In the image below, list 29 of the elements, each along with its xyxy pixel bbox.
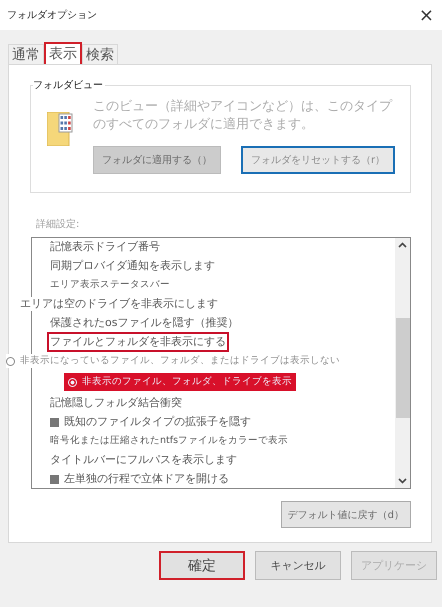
setting-label: 記憶隠しフォルダ結合衝突	[50, 396, 182, 410]
setting-radio[interactable]: 非表示のファイル、フォルダ、ドライブを表示	[64, 373, 296, 391]
setting-label: 保護されたosファイルを隠す（推奨）	[50, 316, 238, 330]
advanced-settings-label: 詳細設定:	[36, 218, 80, 231]
setting-label: 記憶表示ドライブ番号	[50, 240, 160, 254]
setting-label: 暗号化または圧縮されたntfsファイルをカラーで表示	[50, 434, 288, 448]
window-title: フォルダオプション	[7, 8, 97, 22]
scroll-thumb[interactable]	[396, 318, 410, 418]
scroll-up-icon[interactable]	[398, 242, 407, 248]
setting-radio[interactable]: 非表示になっているファイル、フォルダ、またはドライブは表示しない	[6, 354, 342, 368]
setting-checkbox[interactable]: 左単独の行程で立体ドアを開ける	[50, 472, 229, 486]
setting-checkbox[interactable]: 既知のファイルタイプの拡張子を隠す	[50, 415, 251, 429]
tab[interactable]: 表示	[44, 42, 82, 64]
setting-label: 同期プロバイダ通知を表示します	[50, 259, 215, 273]
dialog-button[interactable]: 確定	[159, 551, 245, 580]
tab[interactable]: 通常	[8, 44, 44, 64]
setting-label: タイトルバーにフルパスを表示します	[50, 453, 237, 467]
close-button[interactable]: ×	[418, 4, 434, 26]
restore-defaults-button[interactable]: デフォルト値に戻す（d）	[280, 501, 411, 528]
description-text: このビュー（詳細やアイコンなど）は、このタイプのすべてのフォルダに適用できます。	[93, 98, 394, 134]
dialog-button[interactable]: キャンセル	[255, 551, 341, 580]
setting-label: エリアは空のドライブを非表示にします	[20, 297, 220, 311]
scrollbar[interactable]	[395, 238, 410, 488]
setting-label: エリア表示ステータスバー	[50, 278, 170, 292]
folder-icon	[47, 112, 73, 146]
scroll-down-icon[interactable]	[398, 478, 407, 484]
setting-label: ファイルとフォルダを非表示にする	[50, 335, 226, 349]
tab[interactable]: 検索	[82, 44, 118, 64]
group-title: フォルダビュー	[33, 78, 105, 92]
